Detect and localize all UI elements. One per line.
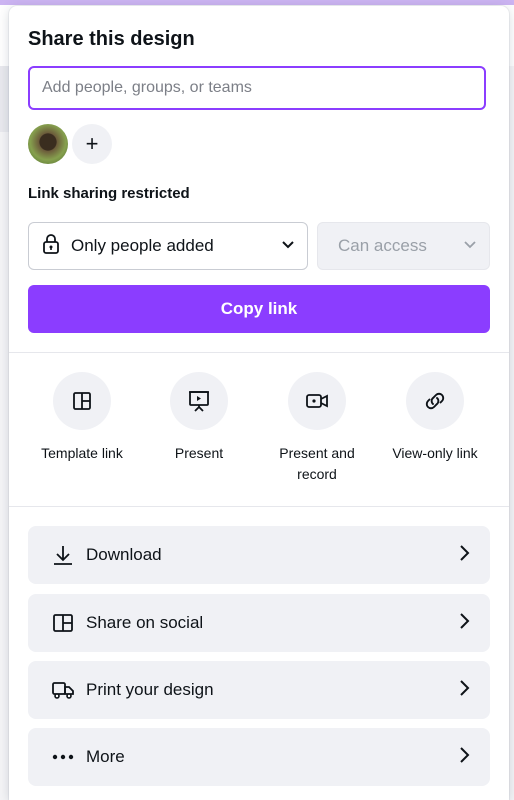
download-icon — [50, 542, 76, 568]
more-option[interactable]: More — [28, 728, 490, 786]
social-icon — [50, 610, 76, 636]
download-option[interactable]: Download — [28, 526, 490, 584]
quick-action-label: Present — [174, 445, 224, 461]
option-label: Share on social — [86, 613, 204, 632]
template-icon — [53, 372, 111, 430]
chevron-right-icon — [458, 746, 470, 769]
dialog-title: Share this design — [28, 28, 195, 50]
lock-icon — [41, 233, 61, 260]
section-divider — [9, 352, 509, 353]
quick-action-label: View-only link — [392, 445, 478, 461]
chevron-right-icon — [458, 612, 470, 635]
section-divider — [9, 506, 509, 507]
chevron-right-icon — [458, 679, 470, 702]
option-label: Download — [86, 545, 162, 564]
share-dialog: Share this design + Link sharing restric… — [9, 6, 509, 800]
link-icon — [406, 372, 464, 430]
access-select-value: Can access — [338, 236, 427, 255]
chevron-down-icon — [281, 237, 295, 255]
access-select[interactable]: Can access — [317, 222, 490, 270]
link-sharing-label: Link sharing restricted — [28, 185, 190, 202]
option-label: Print your design — [86, 680, 214, 699]
user-avatar[interactable] — [28, 124, 68, 164]
record-icon — [288, 372, 346, 430]
share-on-social-option[interactable]: Share on social — [28, 594, 490, 652]
copy-link-button[interactable]: Copy link — [28, 285, 490, 333]
more-icon — [50, 744, 76, 770]
chevron-down-icon — [463, 237, 477, 255]
app-top-accent — [0, 0, 514, 5]
print-your-design-option[interactable]: Print your design — [28, 661, 490, 719]
share-search-input[interactable] — [28, 66, 486, 110]
add-person-button[interactable]: + — [72, 124, 112, 164]
view-only-link-action[interactable]: View-only link — [380, 372, 490, 464]
audience-select-value: Only people added — [71, 236, 214, 255]
present-icon — [170, 372, 228, 430]
chevron-right-icon — [458, 544, 470, 567]
present-action[interactable]: Present — [144, 372, 254, 464]
quick-action-label: Template link — [41, 445, 123, 461]
audience-select[interactable]: Only people added — [28, 222, 308, 270]
print-icon — [50, 677, 76, 703]
template-link-action[interactable]: Template link — [27, 372, 137, 464]
present-and-record-action[interactable]: Present and record — [262, 372, 372, 485]
quick-action-label: Present and record — [279, 445, 355, 482]
option-label: More — [86, 747, 125, 766]
